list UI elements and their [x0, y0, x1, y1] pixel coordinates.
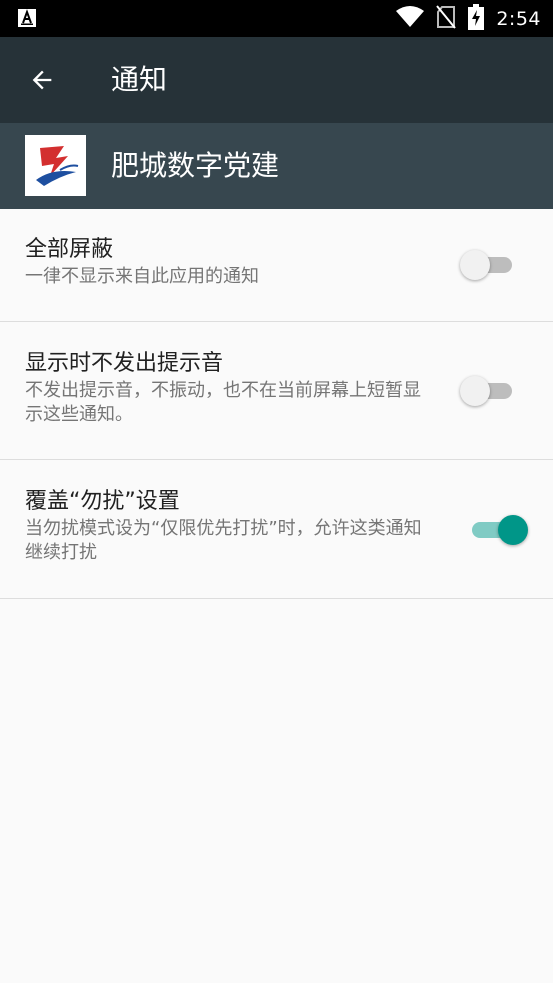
setting-summary: 不发出提示音，不振动，也不在当前屏幕上短暂显示这些通知。	[25, 380, 421, 425]
toolbar: 通知	[0, 37, 553, 123]
page-title: 通知	[111, 63, 168, 96]
status-time: 2:54	[496, 7, 541, 30]
party-building-logo-icon	[25, 135, 86, 196]
setting-block-all[interactable]: 全部屏蔽 一律不显示来自此应用的通知	[0, 209, 553, 322]
setting-summary: 一律不显示来自此应用的通知	[25, 266, 259, 287]
silent-switch[interactable]	[460, 374, 516, 406]
switch-thumb	[498, 515, 528, 545]
switch-thumb	[460, 250, 490, 280]
battery-charging-icon	[468, 3, 485, 34]
wifi-icon	[396, 5, 425, 32]
setting-title: 覆盖“勿扰”设置	[25, 489, 180, 514]
app-name: 肥城数字党建	[111, 149, 280, 182]
switch-thumb	[460, 376, 490, 406]
app-notification-icon	[18, 9, 36, 27]
block-all-switch[interactable]	[460, 248, 516, 280]
setting-silent[interactable]: 显示时不发出提示音 不发出提示音，不振动，也不在当前屏幕上短暂显示这些通知。	[0, 322, 553, 460]
app-header: 肥城数字党建	[0, 123, 553, 209]
setting-title: 全部屏蔽	[25, 237, 114, 262]
setting-title: 显示时不发出提示音	[25, 351, 224, 376]
no-sim-icon	[436, 4, 457, 33]
override-dnd-switch[interactable]	[468, 513, 528, 545]
arrow-back-icon[interactable]	[26, 64, 58, 96]
setting-override-dnd[interactable]: 覆盖“勿扰”设置 当勿扰模式设为“仅限优先打扰”时，允许这类通知继续打扰	[0, 460, 553, 599]
status-bar: 2:54	[0, 0, 553, 37]
setting-summary: 当勿扰模式设为“仅限优先打扰”时，允许这类通知继续打扰	[25, 518, 422, 563]
settings-list: 全部屏蔽 一律不显示来自此应用的通知 显示时不发出提示音 不发出提示音，不振动，…	[0, 209, 553, 599]
